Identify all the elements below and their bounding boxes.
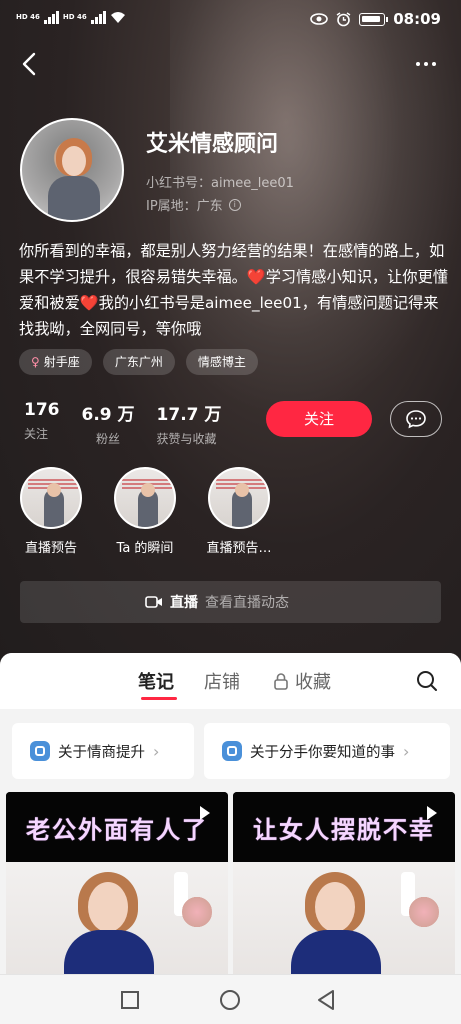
profile-bio: 你所看到的幸福，都是别人努力经营的结果！在感情的路上，如果不学习提升，很容易错失… [19,242,448,338]
sim2-label: HD 46 [62,13,87,21]
note-cover-banner: 让女人摆脱不幸 [233,792,455,862]
tab-shop[interactable]: 店铺 [204,668,240,694]
tab-collections-label: 收藏 [295,672,331,693]
clock: 08:09 [393,10,441,28]
stat-label: 粉丝 [96,432,121,446]
highlight-label: Ta 的瞬间 [116,541,174,556]
note-card[interactable]: 让女人摆脱不幸 [233,792,455,992]
profile-name: 艾米情感顾问 [146,132,279,157]
battery-icon [359,12,389,26]
ip-location: IP属地：广东 i [146,195,241,214]
status-right: 08:09 [310,10,441,28]
back-triangle-icon[interactable] [316,989,336,1011]
note-title: 让女人摆脱不幸 [253,815,435,844]
collection-icon [222,741,242,761]
sim1-label: HD 46 [16,13,40,21]
collection-card[interactable]: 关于情商提升 › [12,723,194,779]
chevron-left-icon [22,52,36,76]
tag-zodiac: ♀ 射手座 [19,349,92,375]
message-button[interactable] [390,401,442,437]
highlights-row: 直播预告 Ta 的瞬间 直播预告… [18,467,272,556]
follow-button[interactable]: 关注 [266,401,372,437]
live-label: 直播 [170,595,198,611]
dot-icon [424,62,428,66]
stat-value: 176 [24,400,60,420]
note-title: 老公外面有人了 [26,815,208,844]
signal-icon [43,11,59,24]
tag-category: 情感博主 [185,349,258,375]
chevron-right-icon: › [153,741,160,761]
highlight-thumbnail [114,467,176,529]
chevron-right-icon: › [403,741,410,761]
system-nav-bar [0,974,461,1024]
female-icon: ♀ [31,355,40,369]
red-id[interactable]: 小红书号：aimee_lee01 [146,172,294,191]
collections-row: 关于情商提升 › 关于分手你要知道的事 › [0,713,461,787]
profile-header: HD 46 HD 46 08:09 艾米情感顾问 小红书号：aimee_lee0… [0,0,461,670]
stat-label: 获赞与收藏 [156,432,217,446]
collection-label: 关于分手你要知道的事 [250,744,395,761]
back-button[interactable] [16,48,46,80]
highlight-thumbnail [208,467,270,529]
dot-icon [432,62,436,66]
tag-location: 广东广州 [102,349,175,375]
video-play-icon [200,806,210,820]
note-cover-photo [233,862,455,992]
note-cover-photo [6,862,228,992]
stat-value: 6.9 万 [81,405,135,425]
status-bar: HD 46 HD 46 08:09 [0,0,461,40]
highlight-label: 直播预告 [24,541,77,556]
content-panel: 笔记 店铺 收藏 关于情商提升 › 关于分手你要知道的事 › 老公外面有人了 让… [0,653,461,1024]
active-tab-indicator [141,697,177,700]
alarm-icon [336,11,351,26]
collection-card[interactable]: 关于分手你要知道的事 › [204,723,450,779]
profile-tags: ♀ 射手座 广东广州 情感博主 [19,349,258,375]
recents-button[interactable] [121,991,139,1009]
note-cover-banner: 老公外面有人了 [6,792,228,862]
home-button[interactable] [220,990,240,1010]
stat-value: 17.7 万 [156,405,222,425]
chat-bubble-icon [406,410,426,429]
stat-followers[interactable]: 6.9 万 粉丝 [82,400,135,447]
collection-label: 关于情商提升 [58,744,145,761]
highlight-label: 直播预告… [206,541,272,556]
live-subtitle: 查看直播动态 [205,595,289,611]
collection-icon [30,741,50,761]
more-options-button[interactable] [411,52,441,76]
profile-stats: 176 关注 6.9 万 粉丝 17.7 万 获赞与收藏 [24,400,221,447]
stat-likes[interactable]: 17.7 万 获赞与收藏 [157,400,222,447]
tab-bar: 笔记 店铺 收藏 [0,653,461,709]
stat-following[interactable]: 176 关注 [24,400,60,447]
ip-location-text: IP属地：广东 [146,199,223,214]
avatar[interactable] [20,118,124,222]
lock-icon [274,673,288,690]
search-button[interactable] [415,669,439,693]
tab-notes[interactable]: 笔记 [138,668,174,694]
live-camera-icon [145,596,162,608]
highlight-item[interactable]: Ta 的瞬间 [112,467,178,556]
signal-icon-2 [90,11,106,24]
info-icon[interactable]: i [228,198,241,211]
eye-icon [310,13,329,25]
wifi-icon [110,12,125,23]
signal-group: HD 46 HD 46 [16,11,126,24]
dot-icon [416,62,420,66]
note-card[interactable]: 老公外面有人了 [6,792,228,992]
live-banner[interactable]: 直播 查看直播动态 [20,581,441,623]
tab-collections[interactable]: 收藏 [273,668,331,694]
search-icon [417,671,437,691]
stat-label: 关注 [24,427,49,441]
highlight-item[interactable]: 直播预告 [18,467,84,556]
video-play-icon [427,806,437,820]
highlight-item[interactable]: 直播预告… [206,467,272,556]
highlight-thumbnail [20,467,82,529]
